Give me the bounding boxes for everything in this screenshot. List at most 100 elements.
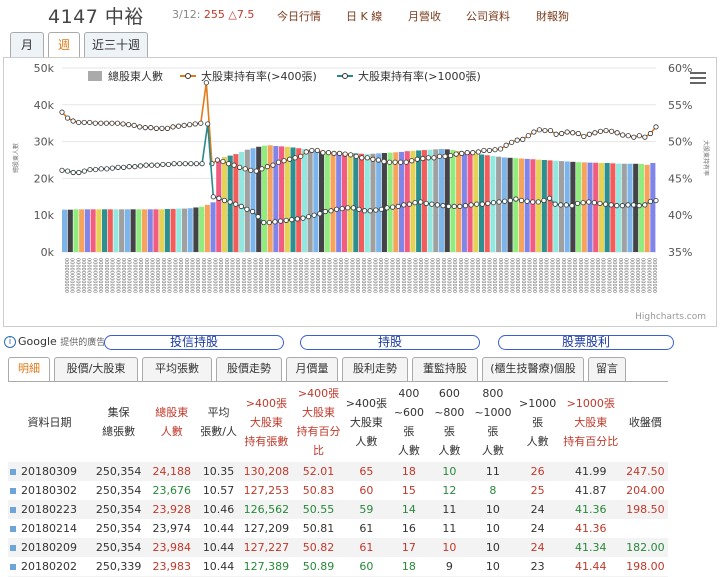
bar-total-shareholders (381, 153, 387, 252)
ad-button-holdings[interactable]: 持股 (300, 335, 480, 350)
series-1000-point (165, 161, 172, 168)
bar-total-shareholders (536, 159, 542, 252)
series-400-point (614, 130, 620, 136)
series-1000-point (558, 202, 564, 208)
ad-button-fund-holdings[interactable]: 投信持股 (104, 335, 284, 350)
table-row[interactable]: 20180223 250,354 23,928 10.46 126,562 50.55 59… (8, 500, 668, 519)
row-marker-icon (10, 526, 16, 532)
series-400-point (320, 150, 326, 156)
series-1000-point (160, 161, 166, 168)
series-400-point (98, 120, 104, 126)
quote-line: 3/12: 255 △7.5 (172, 8, 254, 21)
nav-today-quote[interactable]: 今日行情 (277, 8, 321, 24)
google-sub: 提供的廣告 (60, 338, 106, 348)
tab-comments[interactable]: 留言 (588, 357, 626, 381)
column-header-line: 平均 (207, 406, 230, 419)
info-icon[interactable]: i (4, 336, 16, 348)
series-400-point (281, 158, 287, 164)
table-row[interactable]: 20180302 250,354 23,676 10.57 127,253 50.83 60… (8, 481, 668, 500)
table-cell: 52.01 (293, 462, 345, 481)
column-header-line: 集保 (107, 406, 130, 419)
table-row[interactable]: 20180214 250,354 23,974 10.44 127,209 50.81 61… (8, 519, 668, 538)
tab-month[interactable]: 月 (10, 32, 44, 58)
series-1000-point (76, 169, 82, 176)
tab-price-major[interactable]: 股價/大股東 (54, 357, 138, 381)
x-tick-label: 00000000000 (468, 258, 474, 293)
x-tick-label: 00000000000 (297, 258, 303, 293)
series-400-point (392, 159, 398, 165)
x-tick-label: 00000000000 (628, 258, 634, 293)
x-tick-label: 00000000000 (326, 258, 332, 293)
table-row[interactable]: 20180309 250,354 24,188 10.35 130,208 52.01 65… (8, 462, 668, 481)
x-tick-label: 00000000000 (177, 258, 183, 293)
bar-total-shareholders (147, 209, 153, 252)
table-row[interactable]: 20180209 250,354 23,984 10.44 127,227 50.82 61… (8, 538, 668, 557)
x-tick-label: 00000000000 (211, 258, 217, 293)
x-tick-label: 00000000000 (411, 258, 417, 293)
tab-price-trend[interactable]: 股價走勢 (216, 357, 282, 381)
tab-avg-shares[interactable]: 平均張數 (142, 357, 212, 381)
nav-monthly-revenue[interactable]: 月營收 (408, 8, 441, 24)
x-tick-label: 00000000000 (166, 258, 172, 293)
x-tick-label: 00000000000 (103, 258, 109, 293)
chart-credit[interactable]: Highcharts.com (635, 312, 706, 322)
row-marker-icon (10, 469, 16, 475)
x-tick-label: 00000000000 (137, 258, 143, 293)
series-400-point (620, 132, 626, 138)
table-cell: 24 (516, 500, 559, 519)
series-400-point (164, 125, 171, 131)
table-cell: 10 (469, 500, 517, 519)
tab-dividend-trend[interactable]: 股利走勢 (342, 357, 408, 381)
tab-week[interactable]: 週 (48, 32, 80, 58)
chart-menu-icon[interactable] (690, 72, 706, 84)
x-tick-label: 00000000000 (114, 258, 120, 293)
column-header-line: 800 (482, 387, 504, 400)
y-right-tick-label: 50% (668, 136, 692, 149)
series-400-point (109, 120, 115, 126)
x-tick-label: 00000000000 (463, 258, 469, 293)
nav-daily-k[interactable]: 日 K 線 (346, 8, 382, 24)
x-tick-label: 00000000000 (246, 258, 252, 293)
tab-last-30-weeks[interactable]: 近三十週 (84, 32, 148, 58)
bar-total-shareholders (393, 152, 399, 252)
series-400-point (370, 156, 376, 162)
tab-detail[interactable]: 明細 (8, 357, 50, 381)
series-1000-point (154, 162, 160, 168)
table-cell: 130,208 (239, 462, 293, 481)
nav-company-info[interactable]: 公司資料 (466, 8, 510, 24)
bar-total-shareholders (101, 209, 108, 252)
series-400-point (425, 155, 431, 161)
series-400-point (248, 167, 254, 173)
series-400-point (237, 164, 243, 170)
series-400-point (120, 121, 126, 127)
column-header-line: 大股東 (302, 406, 336, 419)
series-1000-point (574, 200, 581, 207)
series-400-point (292, 155, 298, 161)
series-400-point (64, 115, 71, 121)
quote-price: 255 (203, 8, 225, 21)
series-400-point (575, 130, 581, 137)
ad-button-stock-dividend[interactable]: 股票股利 (498, 335, 674, 350)
series-400-point (348, 152, 354, 158)
tab-director-holdings[interactable]: 董監持股 (412, 357, 478, 381)
bar-total-shareholders (524, 158, 530, 252)
row-marker-icon (10, 564, 16, 570)
column-header-line: >1000張 (566, 396, 615, 410)
series-1000-point (266, 219, 272, 226)
legend-marker-400 (185, 73, 191, 79)
row-date: 20180214 (8, 519, 91, 538)
column-header-line: 人數 (438, 444, 461, 457)
quote-date: 3/12: (172, 8, 201, 21)
series-1000-point (580, 200, 586, 206)
tab-monthly-volume[interactable]: 月價量 (286, 357, 338, 381)
table-row[interactable]: 20180202 250,339 23,983 10.44 127,389 50.89 60… (8, 557, 668, 576)
x-tick-label: 00000000000 (417, 258, 423, 293)
nav-statementdog[interactable]: 財報狗 (536, 8, 569, 24)
bar-total-shareholders (256, 146, 262, 252)
tab-sector-stocks[interactable]: (櫃生技醫療)個股 (482, 357, 584, 381)
column-header-line: 總股東 (155, 406, 189, 419)
series-400-point (81, 119, 87, 126)
bar-total-shareholders (296, 148, 302, 252)
series-1000-point (345, 205, 351, 211)
table-cell: 10.44 (202, 522, 235, 535)
